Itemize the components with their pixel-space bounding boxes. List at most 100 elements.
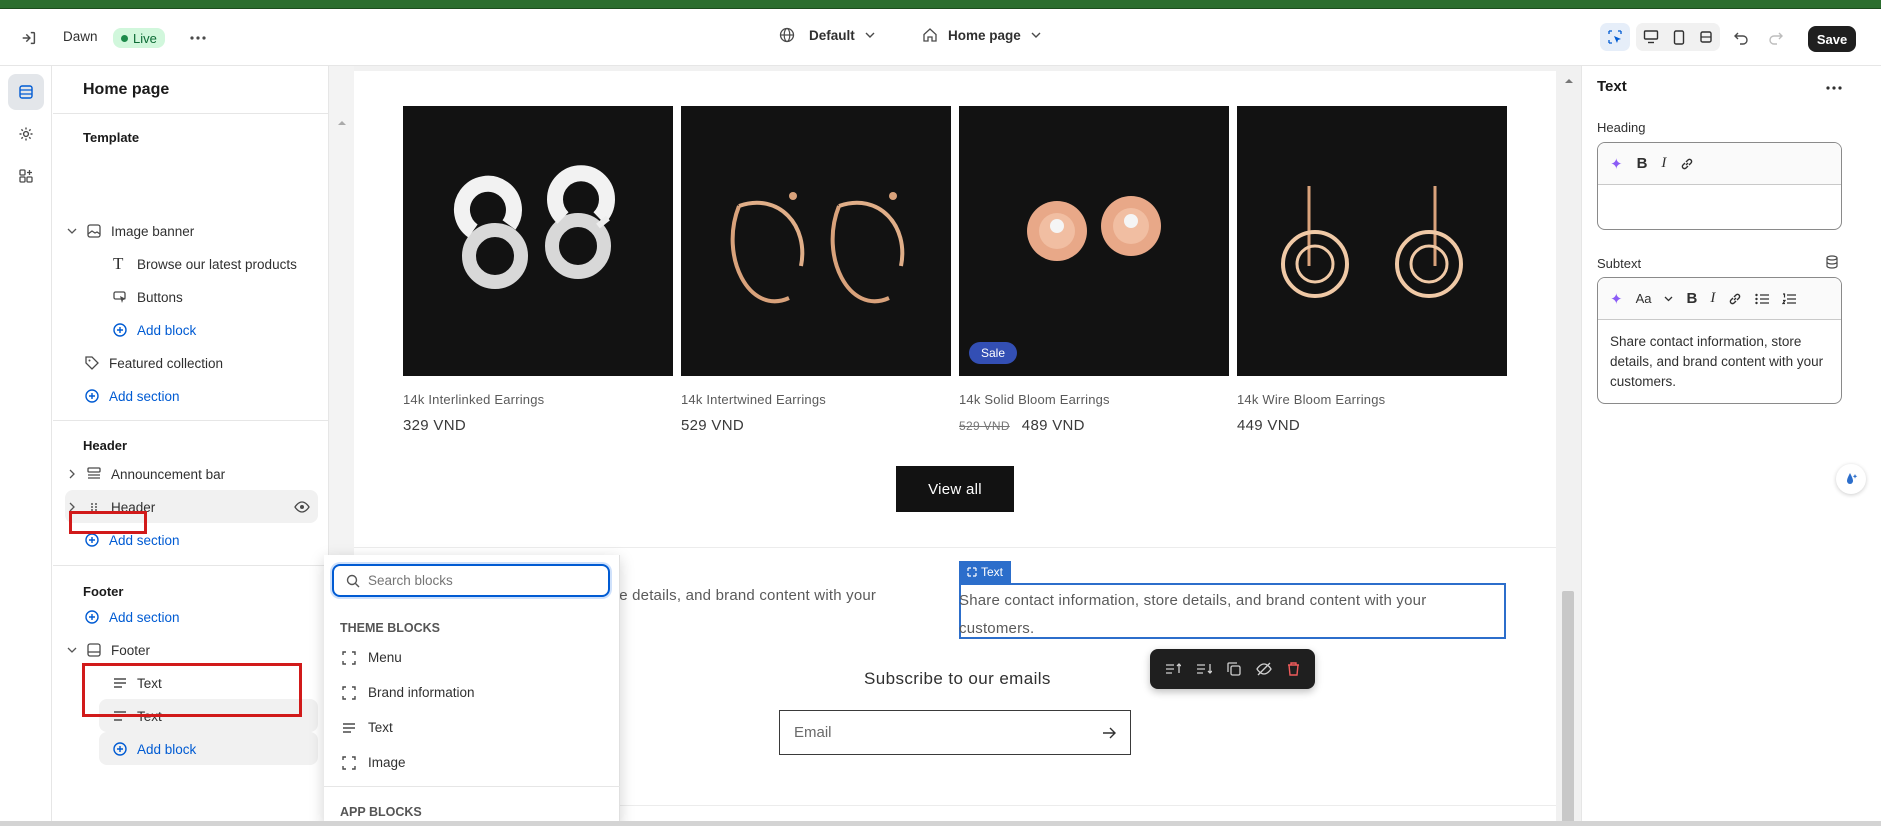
product-image[interactable] [681,106,951,376]
inspector-toggle-icon[interactable] [1600,23,1630,51]
announcement-bar-label: Announcement bar [111,466,226,482]
option-label: Text [368,720,393,735]
chevron-down-icon [67,228,77,234]
buttons-label: Buttons [137,289,183,305]
link-icon[interactable] [1680,157,1694,171]
heading-editor[interactable]: ✦ B I [1597,142,1842,230]
move-up-icon[interactable] [1165,662,1182,676]
undo-icon[interactable] [1730,27,1752,49]
font-size-icon[interactable]: Aa [1636,291,1652,306]
save-button[interactable]: Save [1808,26,1856,52]
add-block-label: Add block [137,741,197,757]
add-section-footer[interactable]: Add section [85,602,180,632]
price-value: 489 VND [1021,417,1085,434]
ai-sparkle-icon[interactable]: ✦ [1610,155,1623,173]
product-card[interactable]: 14k Intertwined Earrings 529 VND [681,106,951,434]
duplicate-icon[interactable] [1227,662,1241,676]
product-image[interactable] [1237,106,1507,376]
bold-icon[interactable]: B [1637,155,1648,172]
link-icon[interactable] [1728,292,1742,306]
more-options-icon[interactable] [1822,78,1846,98]
footer-group-heading: Footer [83,584,124,599]
product-name[interactable]: 14k Intertwined Earrings [681,392,951,407]
ai-sparkle-icon[interactable]: ✦ [1610,290,1623,308]
home-icon [922,27,938,43]
italic-icon[interactable]: I [1661,155,1666,172]
section-image-banner[interactable]: Image banner [67,216,194,246]
status-badge: Live [113,28,165,48]
add-block-image-banner[interactable]: Add block [113,315,196,345]
block-frame-icon [342,685,356,700]
preview-scrollbar[interactable] [1557,66,1581,826]
status-dot [121,34,128,42]
preset-selector[interactable]: Default [779,27,875,43]
more-actions-icon[interactable] [186,27,210,49]
product-card[interactable]: Sale 14k Solid Bloom Earrings 529 VND 489… [959,106,1229,434]
browse-text-label: Browse our latest products [137,256,297,272]
add-section-template[interactable]: Add section [85,381,180,411]
scroll-thumb[interactable] [1562,591,1574,826]
heading-label: Heading [1597,120,1646,135]
subtext-content[interactable]: Share contact information, store details… [1598,320,1841,403]
search-blocks-input[interactable] [368,573,588,588]
search-blocks-field[interactable] [332,564,610,597]
fullscreen-icon[interactable] [1699,30,1713,44]
section-footer[interactable]: Footer [67,635,150,665]
footer-text-right[interactable]: Share contact information, store details… [959,587,1499,643]
dynamic-source-icon[interactable] [1824,254,1840,270]
delete-trash-icon[interactable] [1287,662,1300,676]
block-option-brand-information[interactable]: Brand information [342,685,475,700]
chevron-down-icon[interactable] [1664,296,1673,302]
interlinked-earrings-image [453,165,615,289]
block-buttons[interactable]: Buttons [113,282,183,312]
numbered-list-icon[interactable] [1782,292,1797,305]
product-card[interactable]: 14k Interlinked Earrings 329 VND [403,106,673,434]
hide-eye-slash-icon[interactable] [1256,662,1272,676]
section-featured-collection[interactable]: Featured collection [85,348,223,378]
price-value: 449 VND [1237,417,1300,434]
move-down-icon[interactable] [1196,662,1213,676]
block-option-text[interactable]: Text [342,720,393,735]
eye-icon[interactable] [293,499,311,515]
email-input[interactable]: Email [779,710,1131,755]
add-block-popover: THEME BLOCKS Menu Brand information Text… [324,555,620,826]
window-bottom-edge [0,821,1881,826]
add-block-label: Add block [137,322,197,338]
block-option-menu[interactable]: Menu [342,650,402,665]
product-name[interactable]: 14k Wire Bloom Earrings [1237,392,1507,407]
arrow-right-icon[interactable] [1102,727,1116,739]
italic-icon[interactable]: I [1710,290,1715,307]
mobile-view-icon[interactable] [1673,29,1685,45]
plus-circle-icon [113,742,127,756]
subtext-editor[interactable]: ✦ Aa B I Share contact information, stor… [1597,277,1842,404]
product-name[interactable]: 14k Interlinked Earrings [403,392,673,407]
block-browse-text[interactable]: T Browse our latest products [113,249,297,279]
add-section-label: Add section [109,532,180,548]
redo-icon[interactable] [1765,27,1787,49]
settings-gear-icon[interactable] [8,116,44,152]
apps-icon[interactable] [8,158,44,194]
product-name[interactable]: 14k Solid Bloom Earrings [959,392,1229,407]
block-option-image[interactable]: Image [342,755,406,770]
sections-icon[interactable] [8,74,44,110]
ai-assistant-icon[interactable] [1836,464,1866,494]
add-block-footer[interactable]: Add block [113,734,196,764]
product-price: 449 VND [1237,417,1507,434]
bullet-list-icon[interactable] [1755,293,1770,305]
exit-icon[interactable] [18,27,40,49]
product-card[interactable]: 14k Wire Bloom Earrings 449 VND [1237,106,1507,434]
plus-circle-icon [85,610,99,624]
view-all-button[interactable]: View all [896,466,1014,512]
bold-icon[interactable]: B [1686,290,1697,307]
solid-bloom-earrings-image [1027,196,1161,261]
product-image[interactable] [403,106,673,376]
section-announcement-bar[interactable]: Announcement bar [67,459,225,489]
plus-circle-icon [113,323,127,337]
page-selector[interactable]: Home page [922,27,1041,43]
desktop-view-icon[interactable] [1643,30,1659,44]
product-price: 529 VND [681,417,951,434]
footer-text-left[interactable]: re details, and brand content with your [614,587,876,604]
product-image[interactable]: Sale [959,106,1229,376]
save-label: Save [1816,31,1848,47]
selected-text-block[interactable]: Share contact information, store details… [959,583,1506,639]
